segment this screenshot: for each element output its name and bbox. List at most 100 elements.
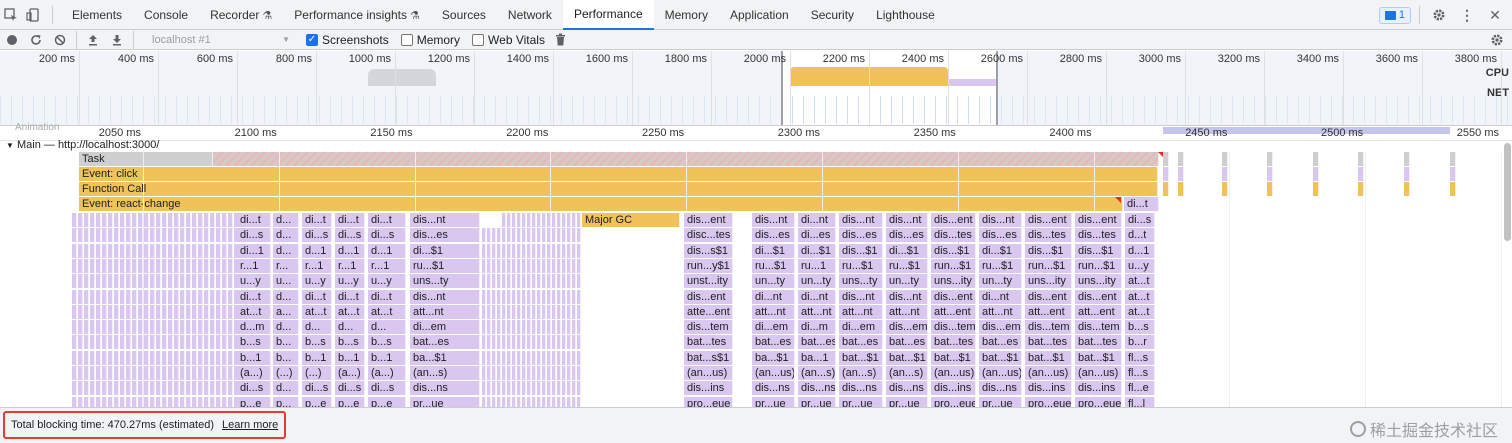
flame-entry-sliver[interactable] — [572, 335, 576, 350]
flame-chart[interactable]: Task Event: click Function Call Event: r… — [0, 151, 1502, 407]
flame-entry-sliver[interactable] — [532, 304, 536, 319]
flame-entry[interactable]: di...t — [237, 213, 271, 227]
flame-entry-sliver[interactable] — [168, 304, 173, 319]
flame-entry-sliver[interactable] — [72, 366, 77, 380]
flame-entry-sliver[interactable] — [497, 350, 501, 365]
flame-entry[interactable]: dis...ent — [684, 289, 733, 304]
flame-entry-sliver[interactable] — [222, 320, 227, 335]
flame-entry-sliver[interactable] — [542, 335, 546, 350]
flame-entry[interactable]: (an...s) — [839, 366, 883, 380]
flame-entry-sliver[interactable] — [492, 366, 496, 380]
flame-entry-sliver[interactable] — [547, 335, 551, 350]
flame-entry[interactable]: r...1 — [237, 258, 271, 273]
flame-entry[interactable]: run...$1 — [1075, 258, 1122, 273]
flame-entry-sliver[interactable] — [577, 366, 581, 380]
flame-entry-sliver[interactable] — [72, 304, 77, 319]
flame-entry-sliver[interactable] — [90, 304, 95, 319]
flame-entry-sliver[interactable] — [108, 213, 113, 227]
flame-entry-sliver[interactable] — [552, 320, 556, 335]
flame-entry[interactable]: b...s — [368, 335, 406, 350]
flame-entry[interactable]: pr...ue — [410, 396, 480, 407]
flame-entry-sliver[interactable] — [108, 350, 113, 365]
flame-entry-sliver[interactable] — [572, 350, 576, 365]
flame-entry-sliver[interactable] — [228, 289, 233, 304]
flame-entry-sliver[interactable] — [174, 289, 179, 304]
flame-entry-sliver[interactable] — [90, 274, 95, 289]
flame-entry-sliver[interactable] — [84, 289, 89, 304]
flame-entry-sliver[interactable] — [120, 335, 125, 350]
flame-entry-sliver[interactable] — [547, 258, 551, 273]
flame-entry-sliver[interactable] — [512, 274, 516, 289]
flame-entry-sliver[interactable] — [210, 350, 215, 365]
flame-entry[interactable]: di...$1 — [752, 243, 795, 258]
flame-entry-sliver[interactable] — [102, 335, 107, 350]
flame-entry-sliver[interactable] — [168, 320, 173, 335]
flame-entry[interactable]: bat...$1 — [1075, 350, 1122, 365]
flame-entry-sliver[interactable] — [497, 396, 501, 407]
flame-entry-sliver[interactable] — [84, 366, 89, 380]
tab-lighthouse[interactable]: Lighthouse — [865, 0, 946, 30]
flame-entry-sliver[interactable] — [114, 304, 119, 319]
flame-entry-sliver[interactable] — [1163, 167, 1169, 181]
flame-entry-sliver[interactable] — [527, 304, 531, 319]
flame-entry-sliver[interactable] — [192, 243, 197, 258]
flame-entry-sliver[interactable] — [492, 396, 496, 407]
flame-entry[interactable]: b...1 — [368, 350, 406, 365]
flame-entry-sliver[interactable] — [502, 228, 506, 243]
flame-entry-sliver[interactable] — [1163, 182, 1169, 196]
flame-entry[interactable]: (an...us) — [1075, 366, 1122, 380]
flame-entry-sliver[interactable] — [156, 350, 161, 365]
flame-entry[interactable]: pr...ue — [752, 396, 795, 407]
flame-entry-sliver[interactable] — [108, 243, 113, 258]
flame-entry-sliver[interactable] — [1178, 152, 1184, 166]
flame-entry-sliver[interactable] — [216, 213, 221, 227]
flame-entry-sliver[interactable] — [557, 243, 561, 258]
flame-entry[interactable]: di...em — [839, 320, 883, 335]
flame-entry[interactable]: att...nt — [752, 304, 795, 319]
flame-entry[interactable]: att...ent — [931, 304, 976, 319]
flame-entry[interactable]: un...ty — [886, 274, 928, 289]
flame-entry-sliver[interactable] — [222, 366, 227, 380]
flame-entry[interactable]: fl...s — [1125, 366, 1155, 380]
flame-entry-sliver[interactable] — [204, 335, 209, 350]
flame-entry-sliver[interactable] — [557, 335, 561, 350]
flame-entry-sliver[interactable] — [537, 274, 541, 289]
flame-entry-sliver[interactable] — [512, 228, 516, 243]
flame-entry-sliver[interactable] — [517, 289, 521, 304]
flame-entry-sliver[interactable] — [78, 304, 83, 319]
flame-entry-sliver[interactable] — [512, 243, 516, 258]
flame-entry-sliver[interactable] — [572, 304, 576, 319]
flame-entry[interactable]: bat...s$1 — [684, 350, 733, 365]
flame-entry-sliver[interactable] — [552, 213, 556, 227]
flame-entry-sliver[interactable] — [512, 289, 516, 304]
flame-entry[interactable]: ru...$1 — [752, 258, 795, 273]
flame-entry-sliver[interactable] — [84, 396, 89, 407]
flame-entry-sliver[interactable] — [174, 350, 179, 365]
flame-entry-sliver[interactable] — [120, 228, 125, 243]
flame-entry-sliver[interactable] — [198, 243, 203, 258]
flame-entry-sliver[interactable] — [180, 366, 185, 380]
flame-entry-sliver[interactable] — [222, 228, 227, 243]
flame-entry[interactable]: uns...ty — [839, 274, 883, 289]
flame-entry-sliver[interactable] — [567, 228, 571, 243]
flame-entry-sliver[interactable] — [78, 243, 83, 258]
flame-entry[interactable]: bat...es — [886, 335, 928, 350]
flame-entry[interactable]: di...em — [752, 320, 795, 335]
flame-entry-sliver[interactable] — [156, 289, 161, 304]
flame-entry-sliver[interactable] — [487, 320, 491, 335]
flame-entry-sliver[interactable] — [84, 213, 89, 227]
flame-entry-sliver[interactable] — [572, 213, 576, 227]
flame-entry-sliver[interactable] — [216, 396, 221, 407]
flame-entry[interactable]: bat...es — [839, 335, 883, 350]
flame-entry-sliver[interactable] — [120, 274, 125, 289]
flame-entry[interactable]: b...1 — [237, 350, 271, 365]
flame-entry[interactable]: b...1 — [335, 350, 365, 365]
flame-entry[interactable]: b...1 — [302, 350, 332, 365]
flame-entry-sliver[interactable] — [198, 381, 203, 396]
flame-entry-sliver[interactable] — [547, 274, 551, 289]
flame-entry-sliver[interactable] — [492, 304, 496, 319]
flame-entry[interactable]: at...t — [368, 304, 406, 319]
task-bar[interactable]: Task — [79, 152, 213, 166]
flame-entry-sliver[interactable] — [532, 289, 536, 304]
flame-entry[interactable]: at...t — [1125, 304, 1155, 319]
